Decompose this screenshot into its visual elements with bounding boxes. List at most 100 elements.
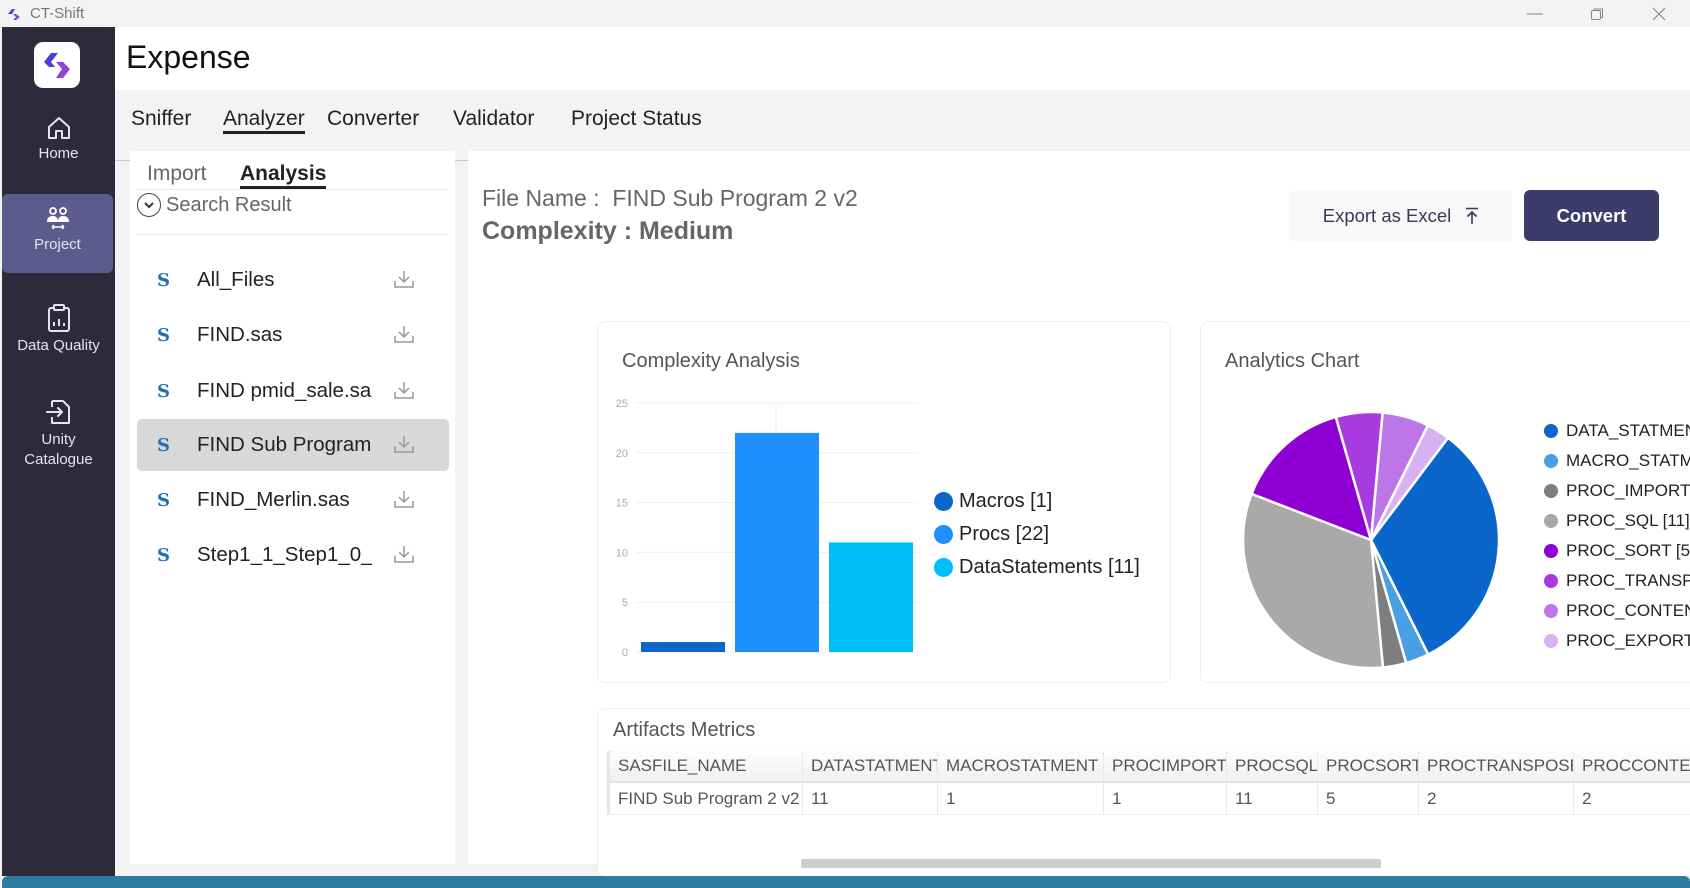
legend-dot-icon xyxy=(1544,424,1558,438)
minimize-button[interactable]: — xyxy=(1504,0,1566,27)
file-item[interactable]: S FIND_Merlin.sas xyxy=(137,474,449,526)
status-bar xyxy=(2,876,1690,888)
main-area: Expense Sniffer Analyzer Converter Valid… xyxy=(115,27,1690,877)
column-header[interactable]: PROCCONTENTS xyxy=(1574,751,1690,782)
window-controls: — xyxy=(1504,0,1690,27)
legend-dot-icon xyxy=(934,558,953,577)
sidebar-item-unity-catalogue[interactable]: Unity Catalogue xyxy=(2,397,115,487)
column-header[interactable]: PROCTRANSPOSE xyxy=(1419,751,1574,782)
column-header[interactable]: PROCIMPORT xyxy=(1104,751,1227,782)
sas-file-icon: S xyxy=(157,324,170,346)
export-excel-button[interactable]: Export as Excel xyxy=(1290,190,1512,242)
subtab-import[interactable]: Import xyxy=(147,162,207,186)
restore-button[interactable] xyxy=(1566,0,1628,27)
table-cell: FIND Sub Program 2 v2 xyxy=(610,782,803,815)
bar-datastatements[interactable] xyxy=(829,542,913,652)
window-title: CT-Shift xyxy=(30,5,85,22)
legend-item: PROC_EXPORT [1] xyxy=(1544,631,1690,651)
file-item[interactable]: S Step1_1_Step1_0_Import xyxy=(137,529,449,581)
legend-item: PROC_TRANSPOSE [2] xyxy=(1544,571,1690,591)
file-item-selected[interactable]: S FIND Sub Program 2 v2 xyxy=(137,419,449,471)
export-button-label: Export as Excel xyxy=(1322,205,1452,226)
file-name: FIND pmid_sale.sas xyxy=(197,379,372,402)
legend-item: Procs [22] xyxy=(934,523,1049,546)
download-icon[interactable] xyxy=(393,269,415,289)
metrics-title: Artifacts Metrics xyxy=(613,719,756,741)
legend-dot-icon xyxy=(1544,604,1558,618)
legend-label: PROC_TRANSPOSE [2] xyxy=(1566,571,1690,590)
column-header[interactable]: MACROSTATMENT xyxy=(938,751,1104,782)
file-item[interactable]: S FIND.sas xyxy=(137,309,449,361)
divider xyxy=(136,234,448,235)
legend-label: Procs [22] xyxy=(959,523,1050,545)
legend-item: PROC_IMPORT [1] xyxy=(1544,481,1690,501)
page-title: Expense xyxy=(126,39,251,75)
download-icon[interactable] xyxy=(393,380,415,400)
bar-procs[interactable] xyxy=(735,432,819,652)
tab-sniffer[interactable]: Sniffer xyxy=(131,107,191,131)
sidebar-item-data-quality[interactable]: Data Quality xyxy=(2,303,115,375)
sidebar-item-home[interactable]: Home xyxy=(2,115,115,175)
analytics-chart-card: Analytics Chart DATA_STATMENT [11] MACRO_… xyxy=(1200,321,1690,683)
close-button[interactable] xyxy=(1628,0,1690,27)
table-cell: 5 xyxy=(1318,782,1419,815)
table-header-row: SASFILE_NAME DATASTATMENT MACROSTATMENT PRO… xyxy=(610,751,1690,783)
table-cell: 2 xyxy=(1419,782,1574,815)
upload-arrow-icon xyxy=(1466,207,1479,224)
metrics-table: SASFILE_NAME DATASTATMENT MACROSTATMENT PRO… xyxy=(607,751,1690,815)
close-icon xyxy=(1652,7,1666,20)
legend-dot-icon xyxy=(1544,574,1558,588)
complexity-bar-chart: 0 5 10 15 20 25 xyxy=(616,398,918,659)
column-header[interactable]: PROCSORT xyxy=(1318,751,1419,782)
y-tick-label: 10 xyxy=(616,547,628,559)
legend-label: MACRO_STATMENT [1] xyxy=(1566,451,1690,470)
clipboard-chart-icon xyxy=(47,304,70,332)
legend-label: PROC_CONTENTS [2] xyxy=(1566,601,1690,620)
file-list-panel: Import Analysis Search Result S All_File… xyxy=(130,151,455,864)
download-icon[interactable] xyxy=(393,324,415,344)
legend-dot-icon xyxy=(1544,484,1558,498)
legend-label: DataStatements [11] xyxy=(959,556,1140,578)
legend-dot-icon xyxy=(934,525,953,544)
app-logo[interactable] xyxy=(34,42,80,88)
file-item[interactable]: S All_Files xyxy=(137,254,449,306)
sidebar-item-label: Home xyxy=(38,145,79,162)
file-name: FIND Sub Program 2 v2 xyxy=(197,433,372,456)
search-result-toggle[interactable]: Search Result xyxy=(137,193,292,217)
artifacts-metrics-card: Artifacts Metrics SASFILE_NAME DATASTATME… xyxy=(597,708,1690,877)
legend-label: PROC_SQL [11] xyxy=(1566,511,1690,530)
sidebar-item-project[interactable]: Project xyxy=(2,194,113,273)
tab-project-status[interactable]: Project Status xyxy=(571,107,702,131)
file-name-heading: File Name : FIND Sub Program 2 v2 xyxy=(482,185,858,211)
column-header[interactable]: SASFILE_NAME xyxy=(610,751,803,782)
table-cell: 11 xyxy=(1227,782,1318,815)
y-tick-label: 0 xyxy=(622,647,628,659)
table-cell: 1 xyxy=(938,782,1104,815)
legend-label: Macros [1] xyxy=(959,490,1053,512)
column-header[interactable]: DATASTATMENT xyxy=(803,751,938,782)
y-tick-label: 5 xyxy=(622,597,628,609)
legend-item: MACRO_STATMENT [1] xyxy=(1544,451,1690,471)
analytics-pie-chart xyxy=(1241,410,1501,670)
bar-macros[interactable] xyxy=(641,642,725,652)
column-header[interactable]: PROCSQL xyxy=(1227,751,1318,782)
analysis-panel: File Name : FIND Sub Program 2 v2 Comple… xyxy=(468,151,1690,877)
chart-title: Analytics Chart xyxy=(1225,350,1360,372)
download-icon[interactable] xyxy=(393,489,415,509)
sas-file-icon: S xyxy=(157,489,170,511)
file-item[interactable]: S FIND pmid_sale.sas xyxy=(137,365,449,417)
file-name: Step1_1_Step1_0_Import xyxy=(197,543,372,566)
legend-item: DataStatements [11] xyxy=(934,556,1140,579)
convert-button[interactable]: Convert xyxy=(1524,190,1659,241)
horizontal-scrollbar[interactable] xyxy=(801,859,1381,868)
tab-validator[interactable]: Validator xyxy=(453,107,534,131)
download-icon[interactable] xyxy=(393,434,415,454)
subtab-analysis[interactable]: Analysis xyxy=(240,162,327,189)
app-logo-icon xyxy=(44,53,70,78)
legend-dot-icon xyxy=(934,492,953,511)
tab-converter[interactable]: Converter xyxy=(327,107,419,131)
app-logo-icon xyxy=(8,8,20,20)
tab-analyzer[interactable]: Analyzer xyxy=(223,107,305,134)
download-icon[interactable] xyxy=(393,544,415,564)
y-tick-label: 20 xyxy=(616,448,628,460)
